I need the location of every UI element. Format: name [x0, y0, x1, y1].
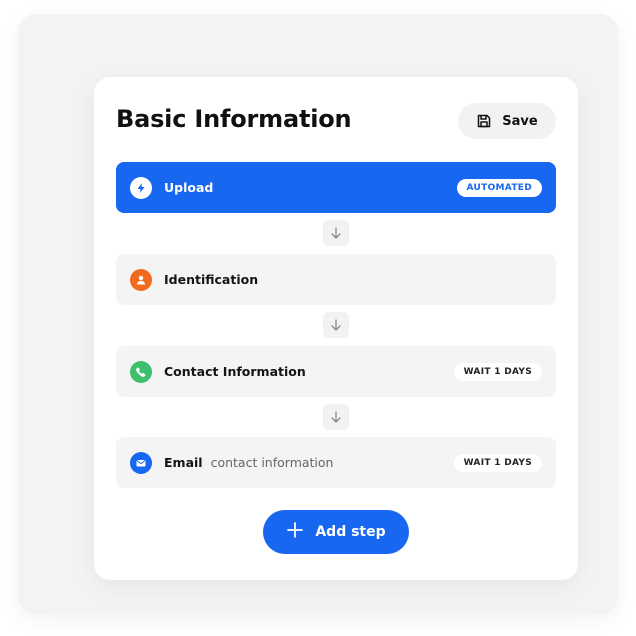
status-badge: WAIT 1 DAYS [453, 453, 542, 472]
step-label: Contact Information [164, 364, 306, 379]
workflow-card: Basic Information Save Upload AUTOMATED [94, 77, 578, 580]
add-step-button[interactable]: Add step [263, 510, 409, 554]
mail-icon [130, 451, 152, 474]
save-button-label: Save [502, 113, 538, 129]
arrow-down-icon [323, 220, 349, 246]
save-icon [476, 113, 492, 129]
arrow-down-icon [323, 312, 349, 338]
step-identification[interactable]: Identification [116, 254, 556, 305]
step-sublabel: contact information [210, 455, 334, 470]
step-email[interactable]: Email contact information WAIT 1 DAYS [116, 437, 556, 488]
arrow-down-icon [323, 404, 349, 430]
step-contact-information[interactable]: Contact Information WAIT 1 DAYS [116, 346, 556, 397]
status-badge: AUTOMATED [456, 178, 542, 197]
save-button[interactable]: Save [458, 103, 556, 139]
step-label: Upload [164, 180, 214, 195]
plus-icon [286, 521, 304, 543]
person-icon [130, 268, 152, 291]
phone-icon [130, 360, 152, 383]
lightning-icon [130, 176, 152, 199]
page-title: Basic Information [116, 105, 352, 133]
add-step-label: Add step [315, 524, 386, 540]
status-badge: WAIT 1 DAYS [453, 362, 542, 381]
step-label: Email [164, 455, 203, 470]
step-label: Identification [164, 272, 259, 287]
step-upload[interactable]: Upload AUTOMATED [116, 162, 556, 213]
outer-panel: Basic Information Save Upload AUTOMATED [18, 14, 618, 614]
